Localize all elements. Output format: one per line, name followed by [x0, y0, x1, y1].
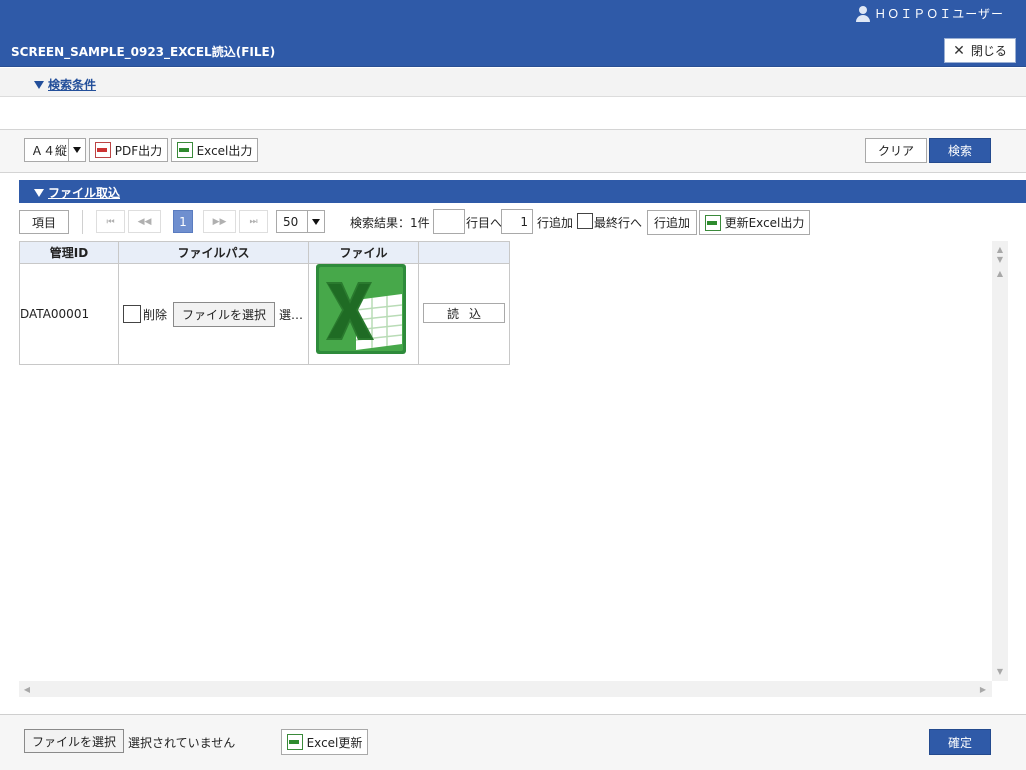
search-conditions-label: 検索条件: [48, 78, 97, 92]
search-conditions-toggle[interactable]: 検索条件: [34, 76, 96, 93]
search-conditions-header: [0, 68, 1026, 97]
columns-label: 項目: [31, 215, 56, 230]
row-choose-file-button[interactable]: ファイルを選択: [173, 301, 276, 327]
no-file-selected-text: 選択されていません: [128, 736, 236, 750]
collapse-triangle-icon: [34, 80, 44, 89]
search-label: 検索: [947, 144, 972, 158]
excel-file-icon[interactable]: [316, 264, 406, 354]
read-button-label: 読込: [446, 306, 491, 321]
close-label: 閉じる: [970, 44, 1007, 58]
confirm-button[interactable]: 確定: [929, 729, 991, 755]
chevron-down-icon: [73, 147, 81, 153]
confirm-label: 確定: [947, 735, 972, 750]
prev-page-button[interactable]: ◀◀: [128, 210, 161, 233]
clear-label: クリア: [877, 144, 914, 158]
prev-page-icon: ◀◀: [137, 216, 152, 227]
excel-icon: [286, 734, 303, 750]
column-header-filepath[interactable]: ファイルパス: [119, 242, 309, 264]
add-row-button[interactable]: 行追加: [647, 210, 697, 235]
last-row-label: 最終行へ: [594, 216, 643, 230]
file-import-toggle[interactable]: ファイル取込: [34, 184, 120, 201]
close-icon: ✕: [953, 42, 965, 59]
excel-export-button[interactable]: Excel出力: [171, 138, 258, 162]
goto-row-label: 行目へ: [466, 216, 503, 230]
delete-label: 削除: [143, 307, 168, 322]
dropdown-arrow[interactable]: [307, 211, 324, 232]
columns-button[interactable]: 項目: [19, 210, 69, 234]
dropdown-arrow[interactable]: [68, 139, 85, 161]
next-page-button[interactable]: ▶▶: [203, 210, 236, 233]
excel-icon: [176, 142, 193, 158]
user-icon: [856, 5, 871, 22]
update-excel-export-button[interactable]: 更新Excel出力: [699, 210, 810, 235]
choose-file-label: ファイルを選択: [31, 734, 116, 749]
excel-update-label: Excel更新: [306, 735, 363, 750]
cell-id: DATA00001: [20, 307, 90, 321]
column-header-id[interactable]: 管理ID: [20, 242, 119, 264]
user-info[interactable]: ＨＯＩＰＯＩユーザー: [856, 5, 1004, 22]
result-count: 検索結果：1件: [350, 216, 430, 230]
column-header-action: [419, 242, 509, 264]
user-name: ＨＯＩＰＯＩユーザー: [874, 7, 1004, 21]
excel-icon: [704, 214, 721, 231]
page-size-value: 50: [283, 214, 299, 229]
close-button[interactable]: ✕ 閉じる: [944, 38, 1016, 63]
collapse-triangle-icon: [34, 188, 44, 197]
file-import-header: [19, 180, 1026, 203]
screen-title: SCREEN_SAMPLE_0923_EXCEL読込(FILE): [11, 45, 276, 59]
pdf-export-button[interactable]: PDF出力: [89, 138, 168, 162]
page-size-select[interactable]: 50: [276, 210, 325, 233]
choose-file-button[interactable]: ファイルを選択: [24, 729, 124, 753]
chevron-down-icon: [312, 218, 320, 225]
divider: [82, 210, 83, 234]
row-selected-file-text: 選…: [279, 307, 304, 322]
paper-size-select[interactable]: Ａ４縦: [24, 138, 86, 162]
paper-size-value: Ａ４縦: [31, 143, 68, 158]
scroll-up-icon[interactable]: ▲: [992, 267, 1008, 279]
scroll-down-icon[interactable]: ▼: [992, 665, 1008, 677]
update-excel-label: 更新Excel出力: [724, 216, 805, 230]
current-page-button[interactable]: 1: [173, 210, 193, 233]
current-page-number: 1: [179, 214, 187, 229]
clear-button[interactable]: クリア: [865, 138, 927, 163]
next-page-icon: ▶▶: [212, 216, 227, 227]
last-row-checkbox[interactable]: [577, 213, 593, 229]
pdf-export-label: PDF出力: [114, 143, 163, 158]
scroll-left-icon[interactable]: ◀: [21, 683, 33, 695]
scroll-down-icon[interactable]: ▼: [992, 253, 1008, 265]
read-button[interactable]: 読込: [423, 303, 505, 323]
last-page-button[interactable]: ⏭: [239, 210, 268, 233]
excel-export-label: Excel出力: [196, 143, 253, 158]
table-row: DATA00001: [20, 264, 119, 364]
pdf-icon: [94, 142, 111, 158]
first-page-icon: ⏮: [106, 216, 115, 227]
last-page-icon: ⏭: [249, 216, 258, 227]
add-row-count-input[interactable]: 1: [501, 209, 533, 234]
add-row-count-label: 行追加: [537, 216, 574, 230]
horizontal-scrollbar[interactable]: ◀ ▶: [19, 681, 992, 697]
excel-update-button[interactable]: Excel更新: [281, 729, 368, 755]
column-header-file[interactable]: ファイル: [309, 242, 419, 264]
file-import-label: ファイル取込: [48, 186, 121, 200]
first-page-button[interactable]: ⏮: [96, 210, 125, 233]
cell-filepath: 削除 ファイルを選択 選…: [119, 264, 309, 364]
search-button[interactable]: 検索: [929, 138, 991, 163]
row-choose-file-label: ファイルを選択: [182, 307, 267, 322]
delete-checkbox[interactable]: [123, 305, 141, 323]
goto-row-input[interactable]: [433, 209, 465, 234]
scroll-right-icon[interactable]: ▶: [977, 683, 989, 695]
vertical-scrollbar[interactable]: ▲ ▼ ▲ ▼: [992, 241, 1008, 681]
add-row-label: 行追加: [653, 216, 690, 230]
